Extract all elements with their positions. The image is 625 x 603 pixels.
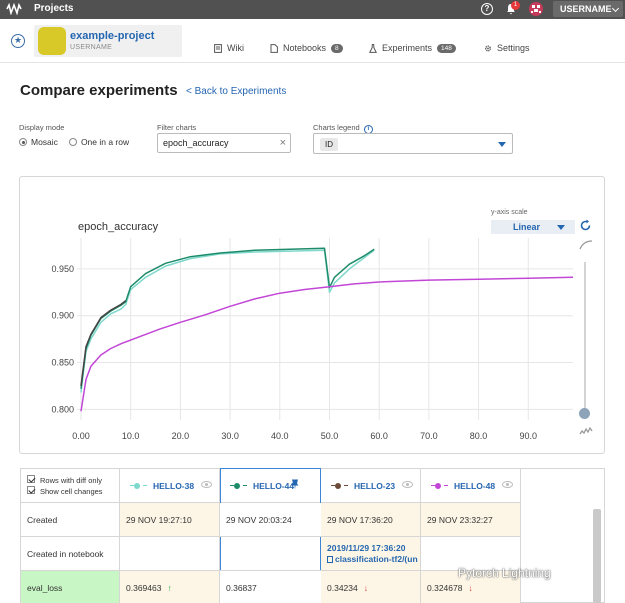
eval-loss-cell: 0.36837	[220, 571, 321, 603]
y-tick-label: 0.800	[51, 404, 74, 414]
x-tick-label: 80.0	[470, 431, 488, 441]
chevron-down-icon	[557, 225, 565, 230]
notebook-link-path-row: classification-tf2/(un	[327, 554, 420, 565]
watermark: Pytorch Lightning	[458, 566, 551, 580]
show-changes-option[interactable]: Show cell changes	[27, 486, 119, 497]
eval-loss-value: 0.324678	[427, 583, 463, 593]
series-color-marker	[444, 484, 448, 487]
rows-diff-checkbox[interactable]	[27, 475, 35, 483]
series-color-marker	[143, 484, 147, 487]
series-line	[80, 276, 574, 412]
arrow-up-icon: ↑	[167, 583, 172, 593]
series-dot-icon	[134, 482, 140, 489]
x-tick-label: 70.0	[420, 431, 438, 441]
row-label-created: Created	[21, 503, 120, 537]
series-dot-icon	[435, 482, 441, 489]
created-cell: 29 NOV 20:03:24	[220, 503, 321, 537]
eval-loss-cell: 0.369463 ↑	[120, 571, 220, 603]
series-dot-icon	[335, 482, 341, 489]
x-tick-label: 50.0	[321, 431, 339, 441]
series-line	[80, 249, 375, 393]
created-cell: 29 NOV 23:32:27	[421, 503, 521, 537]
notebook-cell	[120, 537, 220, 571]
arrow-down-icon: ↓	[468, 583, 473, 593]
x-tick-label: 10.0	[122, 431, 140, 441]
notebook-link-path: classification-tf2/(un	[335, 554, 418, 564]
eval-loss-value: 0.34234	[327, 583, 358, 593]
y-tick-label: 0.850	[51, 358, 74, 368]
x-tick-label: 60.0	[370, 431, 388, 441]
comparison-table: Rows with diff only Show cell changes HE…	[20, 468, 605, 603]
reset-zoom-icon[interactable]	[579, 219, 592, 232]
eye-icon[interactable]	[502, 481, 513, 488]
smoothing-min-icon	[579, 426, 593, 435]
column-name: HELLO-48	[454, 480, 496, 491]
column-name: HELLO-38	[153, 480, 195, 491]
column-header-hello-38[interactable]: HELLO-38	[120, 469, 220, 503]
eye-icon[interactable]	[201, 481, 212, 488]
eval-loss-cell: 0.34234 ↓	[321, 571, 421, 603]
show-changes-label: Show cell changes	[40, 487, 103, 496]
notebook-link[interactable]: 2019/11/29 17:36:20 classification-tf2/(…	[321, 537, 421, 571]
created-cell: 29 NOV 19:27:10	[120, 503, 220, 537]
table-options: Rows with diff only Show cell changes	[21, 469, 120, 503]
smoothing-slider[interactable]	[584, 262, 586, 412]
notebook-link-date: 2019/11/29 17:36:20	[327, 543, 406, 553]
chart-title: epoch_accuracy	[78, 221, 159, 233]
row-label-created-in-notebook: Created in notebook	[21, 537, 120, 571]
notebook-cell	[220, 537, 321, 571]
eye-icon[interactable]	[402, 481, 413, 488]
arrow-down-icon: ↓	[363, 583, 368, 593]
eval-loss-value: 0.369463	[126, 583, 162, 593]
x-tick-label: 30.0	[221, 431, 239, 441]
show-changes-checkbox[interactable]	[27, 486, 35, 494]
x-tick-label: 0.00	[72, 431, 90, 441]
x-tick-label: 40.0	[271, 431, 289, 441]
y-axis-scale-select[interactable]: Linear	[491, 220, 575, 234]
row-label-eval-loss: eval_loss	[21, 571, 120, 603]
x-tick-label: 90.0	[520, 431, 538, 441]
rows-diff-label: Rows with diff only	[40, 476, 102, 485]
smoothing-max-icon	[579, 240, 593, 250]
column-name: HELLO-23	[354, 480, 396, 491]
eval-loss-value: 0.36837	[226, 583, 257, 593]
x-tick-label: 20.0	[172, 431, 190, 441]
notebook-icon	[327, 556, 333, 563]
y-tick-label: 0.900	[51, 311, 74, 321]
y-tick-label: 0.950	[51, 264, 74, 274]
column-header-hello-48[interactable]: HELLO-48	[421, 469, 521, 503]
rows-diff-option[interactable]: Rows with diff only	[27, 475, 119, 486]
created-cell: 29 NOV 17:36:20	[321, 503, 421, 537]
y-axis-scale-value: Linear	[513, 222, 541, 232]
table-scrollbar[interactable]	[593, 509, 601, 603]
series-color-marker	[344, 484, 348, 487]
smoothing-slider-handle[interactable]	[579, 408, 590, 419]
column-header-hello-23[interactable]: HELLO-23	[321, 469, 421, 503]
y-axis-scale-label: y-axis scale	[491, 209, 528, 216]
